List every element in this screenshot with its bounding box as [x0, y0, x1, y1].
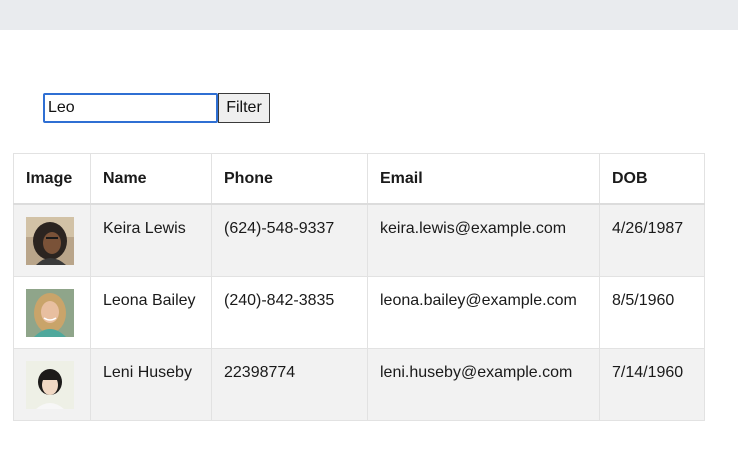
users-table: Image Name Phone Email DOB Keira Lewis (… [13, 153, 705, 421]
table-row: Keira Lewis (624)-548-9337 keira.lewis@e… [13, 203, 705, 277]
phone-cell: (240)-842-3835 [211, 275, 368, 349]
photo-woman-curly-dark-hair-icon [26, 217, 74, 265]
filter-button[interactable]: Filter [218, 93, 270, 123]
name-cell: Keira Lewis [90, 203, 212, 277]
photo-woman-dark-short-hair-icon [26, 360, 74, 409]
email-cell: leona.bailey@example.com [367, 275, 600, 349]
table-row: Leni Huseby 22398774 leni.huseby@example… [13, 347, 705, 421]
filter-bar: Filter [43, 93, 270, 123]
table-header-row: Image Name Phone Email DOB [13, 153, 705, 205]
email-cell: keira.lewis@example.com [367, 203, 600, 277]
phone-cell: 22398774 [211, 347, 368, 421]
column-header-email: Email [367, 153, 600, 205]
column-header-dob: DOB [599, 153, 705, 205]
name-cell: Leona Bailey [90, 275, 212, 349]
image-cell [13, 347, 91, 421]
dob-cell: 7/14/1960 [599, 347, 705, 421]
column-header-image: Image [13, 153, 91, 205]
image-cell [13, 203, 91, 277]
dob-cell: 8/5/1960 [599, 275, 705, 349]
name-cell: Leni Huseby [90, 347, 212, 421]
top-bar [0, 0, 738, 30]
filter-input[interactable] [43, 93, 218, 123]
column-header-name: Name [90, 153, 212, 205]
phone-cell: (624)-548-9337 [211, 203, 368, 277]
dob-cell: 4/26/1987 [599, 203, 705, 277]
email-cell: leni.huseby@example.com [367, 347, 600, 421]
table-row: Leona Bailey (240)-842-3835 leona.bailey… [13, 275, 705, 349]
image-cell [13, 275, 91, 349]
column-header-phone: Phone [211, 153, 368, 205]
photo-woman-blonde-hair-icon [26, 288, 74, 337]
